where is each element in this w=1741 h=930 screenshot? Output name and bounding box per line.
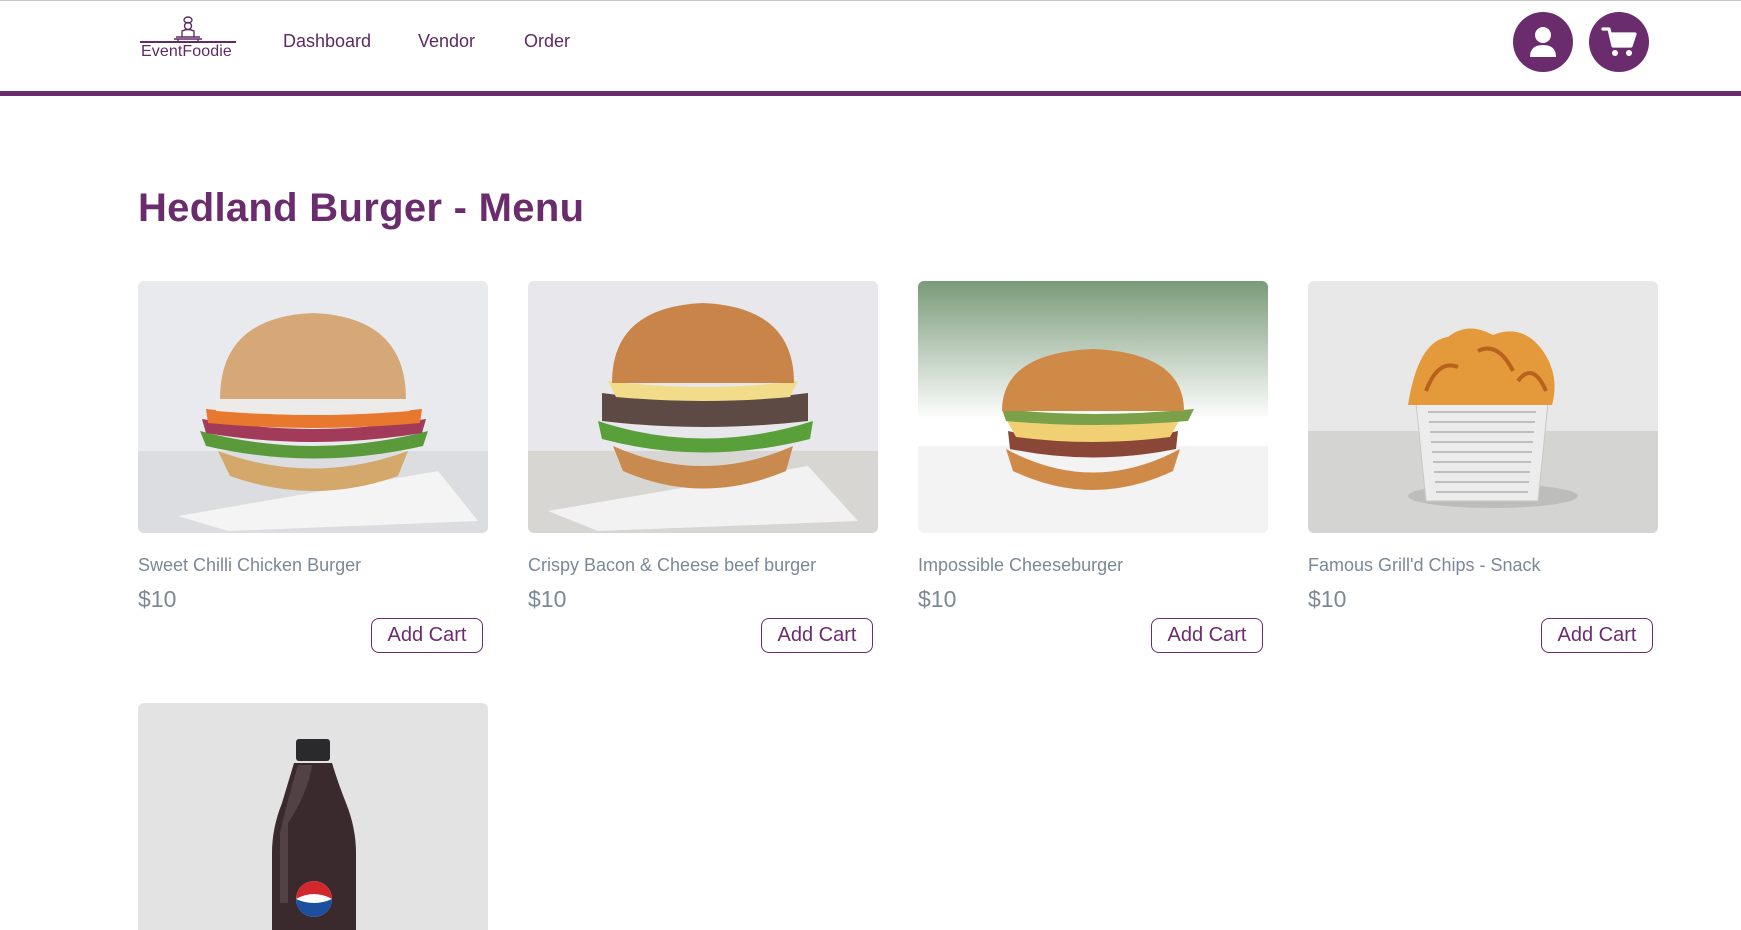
brand-name: EventFoodie (141, 43, 232, 60)
menu-item-price: $10 (918, 586, 957, 612)
navbar-underline (0, 91, 1741, 96)
menu-item-name: Crispy Bacon & Cheese beef burger (528, 555, 817, 575)
menu-item-image[interactable] (138, 281, 488, 533)
nav-vendor-link[interactable]: Vendor (418, 31, 475, 52)
menu-item-name: Famous Grill'd Chips - Snack (1308, 555, 1541, 575)
menu-item-image[interactable] (1308, 281, 1658, 533)
user-icon (1530, 27, 1556, 57)
menu-item-price: $10 (138, 586, 177, 612)
cart-icon (1601, 27, 1637, 56)
menu-item-name: Sweet Chilli Chicken Burger (138, 555, 362, 575)
nav-order-link[interactable]: Order (524, 31, 570, 52)
menu-item-image[interactable] (138, 703, 488, 930)
add-cart-button[interactable]: Add Cart (371, 618, 483, 653)
brand-logo[interactable]: EventFoodie (140, 15, 236, 65)
menu-item-price: $10 (1308, 586, 1347, 612)
menu-item-image[interactable] (528, 281, 878, 533)
add-cart-button[interactable]: Add Cart (1151, 618, 1263, 653)
menu-item-price: $10 (528, 586, 567, 612)
cart-button[interactable] (1589, 12, 1649, 72)
add-cart-button[interactable]: Add Cart (761, 618, 873, 653)
user-account-button[interactable] (1513, 12, 1573, 72)
add-cart-button[interactable]: Add Cart (1541, 618, 1653, 653)
navbar: EventFoodie Dashboard Vendor Order (0, 1, 1741, 91)
chef-logo-icon (140, 16, 236, 43)
nav-dashboard-link[interactable]: Dashboard (283, 31, 371, 52)
page-title: Hedland Burger - Menu (138, 186, 585, 230)
menu-item-name: Impossible Cheeseburger (918, 555, 1124, 575)
menu-item-image[interactable] (918, 281, 1268, 533)
